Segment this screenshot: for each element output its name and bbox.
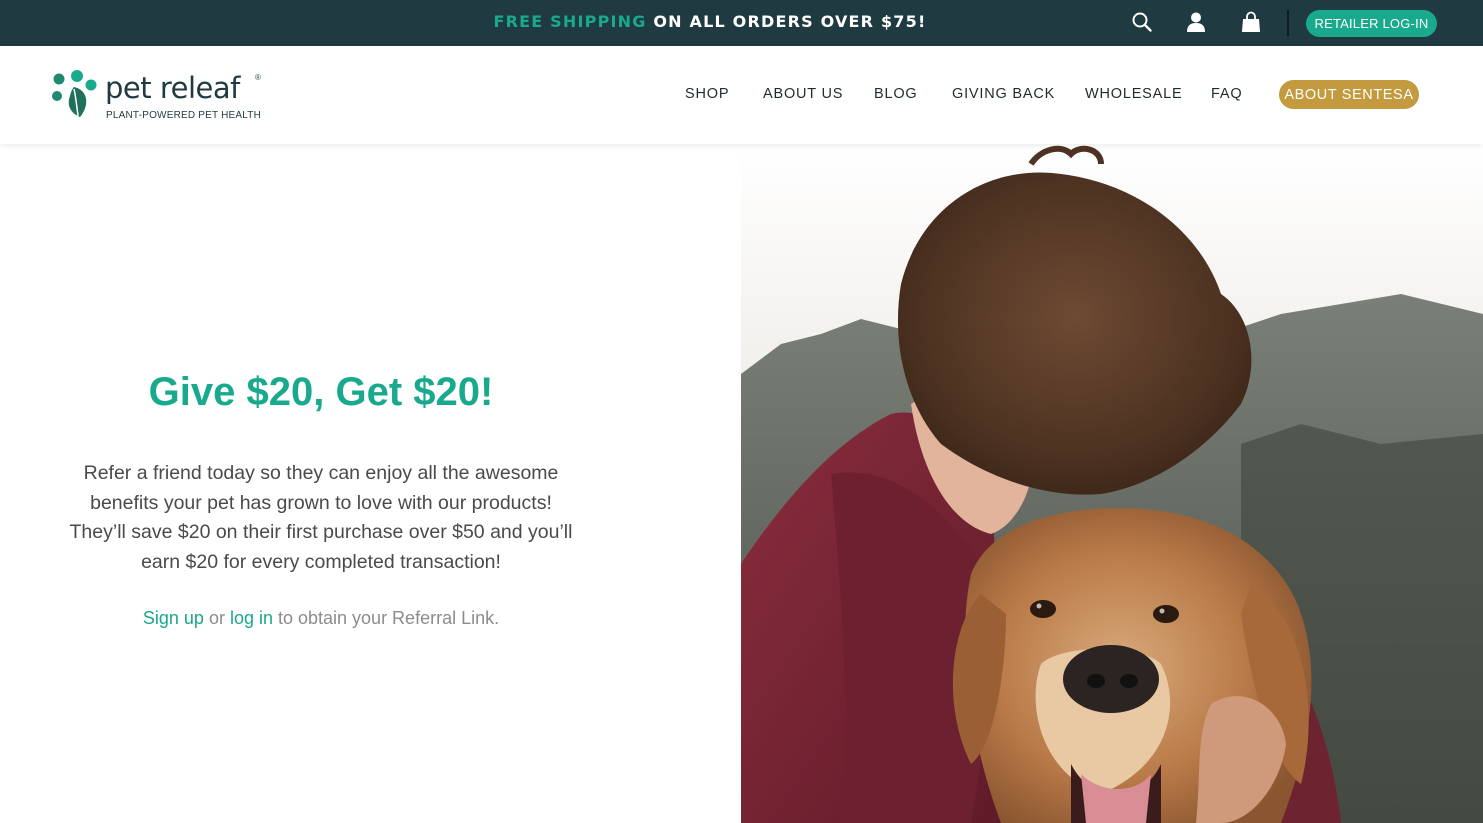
- referral-description-line: earn $20 for every completed transaction…: [141, 550, 501, 573]
- nav-item-faq[interactable]: FAQ: [1211, 86, 1242, 102]
- topbar-divider: [1287, 10, 1289, 36]
- nav-item-blog[interactable]: BLOG: [874, 86, 918, 102]
- referral-description-line: They’ll save $20 on their first purchase…: [69, 521, 573, 543]
- registered-mark: ®: [255, 73, 261, 82]
- or-text: or: [203, 608, 230, 628]
- promo-highlight: FREE SHIPPING: [493, 12, 647, 31]
- brand-logo[interactable]: pet releaf ® PLANT-POWERED PET HEALTH: [50, 70, 280, 126]
- paw-leaf-icon: [52, 70, 97, 117]
- hero-image-man-hugging-dog: [741, 144, 1483, 823]
- announcement-bar: FREE SHIPPING ON ALL ORDERS OVER $75! RE…: [0, 0, 1483, 46]
- site-header: pet releaf ® PLANT-POWERED PET HEALTH SH…: [0, 46, 1483, 144]
- brand-name: pet releaf: [105, 71, 240, 105]
- referral-suffix: to obtain your Referral Link.: [272, 608, 500, 628]
- log-in-link[interactable]: log in: [230, 608, 273, 628]
- shipping-promo: FREE SHIPPING ON ALL ORDERS OVER $75!: [0, 12, 1420, 31]
- referral-description: Refer a friend today so they can enjoy a…: [60, 459, 582, 577]
- promo-text: ON ALL ORDERS OVER $75!: [646, 12, 927, 31]
- nav-item-wholesale[interactable]: WHOLESALE: [1085, 86, 1182, 102]
- about-sentesa-button[interactable]: ABOUT SENTESA: [1279, 80, 1419, 109]
- nav-item-giving-back[interactable]: GIVING BACK: [952, 86, 1055, 102]
- retailer-login-button[interactable]: RETAILER LOG-IN: [1306, 10, 1437, 37]
- nav-item-about-us[interactable]: ABOUT US: [763, 86, 843, 102]
- nav-item-shop[interactable]: SHOP: [685, 86, 729, 102]
- account-icon[interactable]: [1185, 11, 1207, 33]
- referral-panel: Give $20, Get $20! Refer a friend today …: [0, 144, 741, 823]
- referral-headline: Give $20, Get $20!: [148, 370, 494, 414]
- referral-cta-line: Sign up or log in to obtain your Referra…: [0, 608, 642, 629]
- search-icon[interactable]: [1131, 11, 1153, 33]
- sign-up-link[interactable]: Sign up: [143, 608, 204, 628]
- brand-tagline: PLANT-POWERED PET HEALTH: [106, 110, 262, 121]
- referral-description-line: benefits your pet has grown to love with…: [90, 491, 552, 514]
- referral-description-line: Refer a friend today so they can enjoy a…: [83, 462, 559, 484]
- cart-icon[interactable]: [1240, 11, 1262, 33]
